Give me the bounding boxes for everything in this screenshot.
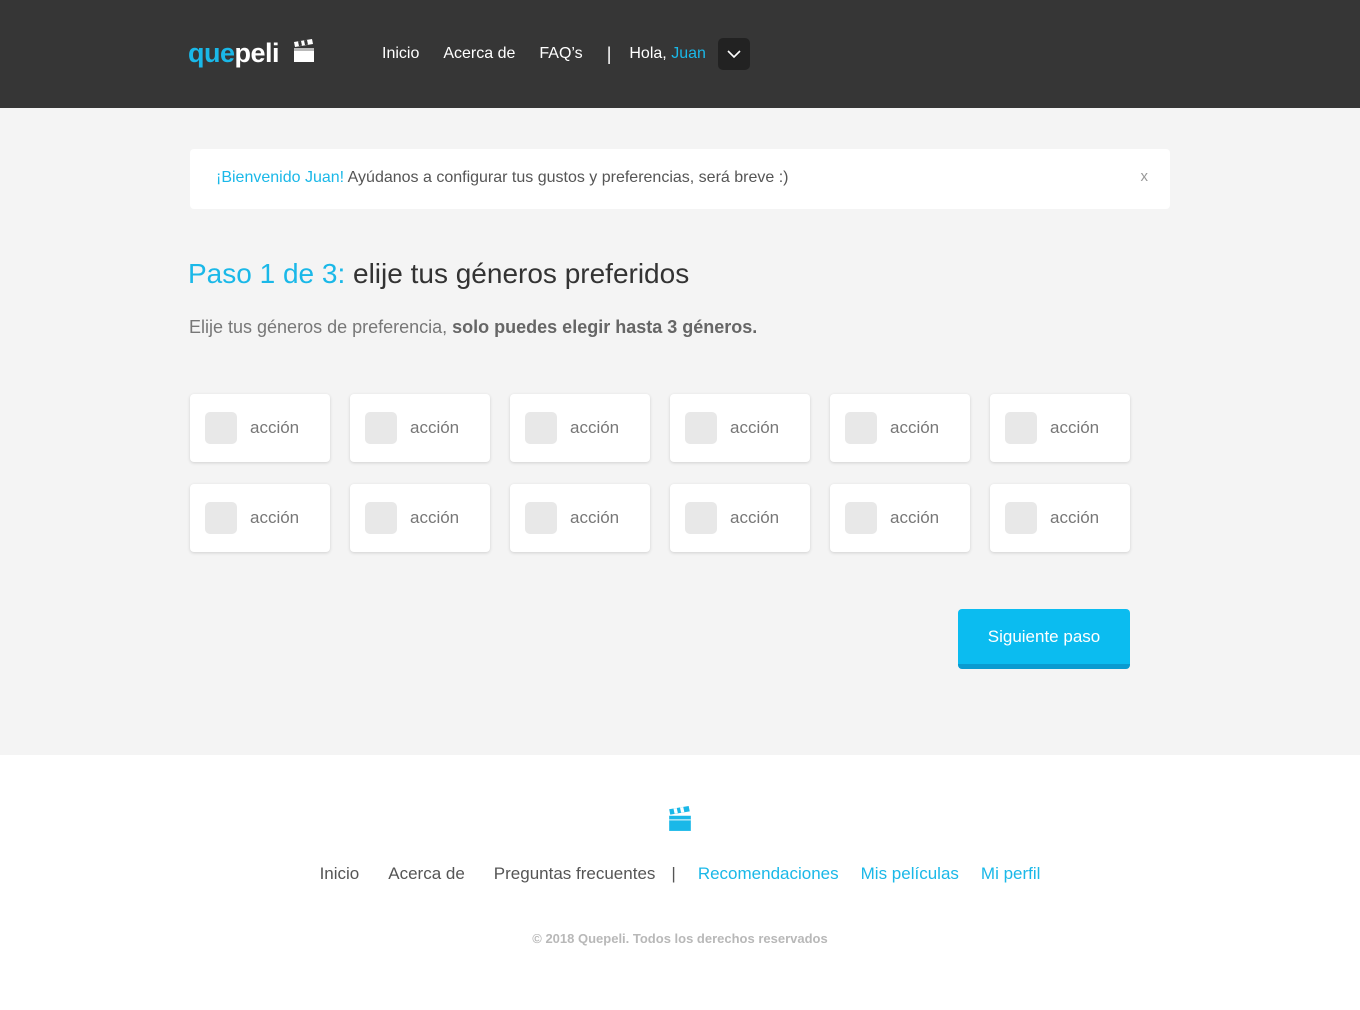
footer-link-acerca-de[interactable]: Acerca de — [388, 864, 465, 884]
user-menu-button[interactable] — [717, 38, 750, 70]
genre-option[interactable]: acción — [990, 394, 1130, 462]
site-header: quepeli Inicio Acerca de FAQ’s | Hola, J… — [0, 0, 1360, 108]
genre-checkbox[interactable] — [205, 502, 237, 534]
next-step-button[interactable]: Siguiente paso — [958, 609, 1130, 669]
genre-checkbox[interactable] — [1005, 412, 1037, 444]
genre-checkbox[interactable] — [365, 502, 397, 534]
alert-message: ¡Bienvenido Juan! Ayúdanos a configurar … — [216, 169, 789, 186]
genre-option[interactable]: acción — [670, 394, 810, 462]
site-logo[interactable]: quepeli — [188, 38, 315, 72]
site-footer: Inicio Acerca de Preguntas frecuentes | … — [0, 755, 1360, 1010]
genre-label: acción — [570, 418, 620, 437]
genre-label: acción — [1050, 508, 1100, 527]
genre-label: acción — [730, 418, 780, 437]
alert-highlight: ¡Bienvenido Juan! — [216, 169, 345, 186]
nav-separator: | — [606, 43, 612, 64]
main-nav: Inicio Acerca de FAQ’s | Hola, Juan — [382, 38, 750, 70]
genre-label: acción — [250, 508, 300, 527]
genre-checkbox[interactable] — [525, 502, 557, 534]
genre-option[interactable]: acción — [190, 394, 330, 462]
page-title: Paso 1 de 3: elije tus géneros preferido… — [188, 258, 690, 289]
genre-checkbox[interactable] — [365, 412, 397, 444]
nav-inicio[interactable]: Inicio — [382, 45, 419, 63]
genre-option[interactable]: acción — [190, 484, 330, 552]
genre-label: acción — [730, 508, 780, 527]
chevron-down-icon — [727, 50, 741, 58]
welcome-alert: ¡Bienvenido Juan! Ayúdanos a configurar … — [190, 149, 1170, 209]
genre-label: acción — [410, 508, 460, 527]
genre-label: acción — [410, 418, 460, 437]
genre-checkbox[interactable] — [685, 502, 717, 534]
genre-checkbox[interactable] — [685, 412, 717, 444]
genre-option[interactable]: acción — [350, 394, 490, 462]
genre-checkbox[interactable] — [1005, 502, 1037, 534]
footer-link-recomendaciones[interactable]: Recomendaciones — [698, 864, 839, 884]
footer-nav-separator: | — [671, 864, 676, 883]
genre-label: acción — [890, 508, 940, 527]
genre-option[interactable]: acción — [830, 484, 970, 552]
step-counter: Paso 1 de 3: — [188, 258, 346, 289]
nav-faqs[interactable]: FAQ’s — [539, 45, 582, 63]
genre-option[interactable]: acción — [670, 484, 810, 552]
footer-nav: Inicio Acerca de Preguntas frecuentes | … — [0, 864, 1360, 884]
footer-link-inicio[interactable]: Inicio — [320, 864, 360, 884]
genre-grid: acción acción acción acción acción acció… — [190, 394, 1130, 552]
genre-option[interactable]: acción — [350, 484, 490, 552]
genre-checkbox[interactable] — [845, 412, 877, 444]
genre-option[interactable]: acción — [830, 394, 970, 462]
footer-link-mi-perfil[interactable]: Mi perfil — [981, 864, 1041, 884]
user-greeting: Hola, Juan — [629, 45, 706, 62]
user-name[interactable]: Juan — [671, 45, 706, 62]
genre-label: acción — [570, 508, 620, 527]
logo-wordmark: quepeli — [188, 38, 280, 68]
footer-link-mis-peliculas[interactable]: Mis películas — [861, 864, 959, 884]
genre-option[interactable]: acción — [510, 394, 650, 462]
alert-close-button[interactable]: x — [1141, 168, 1149, 185]
genre-label: acción — [250, 418, 300, 437]
genre-checkbox[interactable] — [205, 412, 237, 444]
footer-link-preguntas-frecuentes[interactable]: Preguntas frecuentes — [494, 864, 656, 884]
genre-label: acción — [1050, 418, 1100, 437]
genre-checkbox[interactable] — [525, 412, 557, 444]
step-description-limit: solo puedes elegir hasta 3 géneros. — [452, 317, 758, 337]
clapperboard-icon — [669, 806, 691, 831]
nav-acerca-de[interactable]: Acerca de — [443, 45, 515, 63]
genre-option[interactable]: acción — [990, 484, 1130, 552]
copyright-text: © 2018 Quepeli. Todos los derechos reser… — [532, 931, 828, 946]
genre-checkbox[interactable] — [845, 502, 877, 534]
step-description: Elije tus géneros de preferencia, solo p… — [189, 317, 758, 337]
clapperboard-icon — [294, 39, 315, 62]
genre-label: acción — [890, 418, 940, 437]
genre-option[interactable]: acción — [510, 484, 650, 552]
